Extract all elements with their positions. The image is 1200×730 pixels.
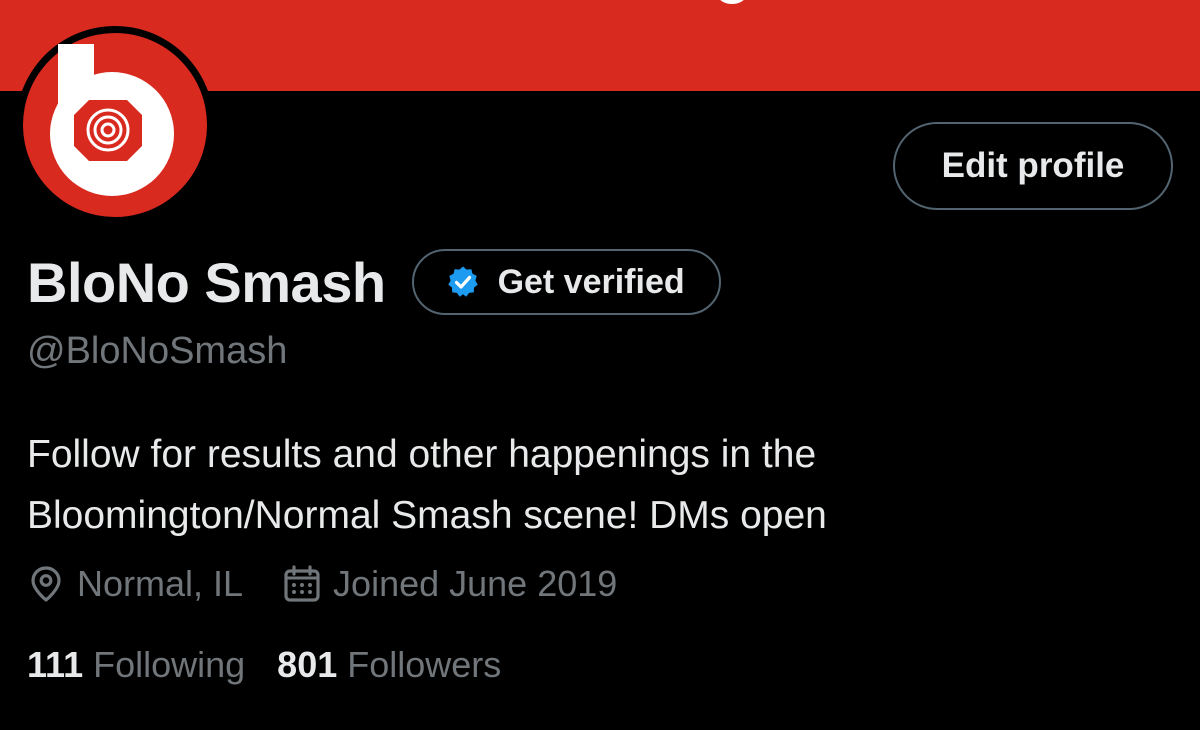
get-verified-label: Get verified bbox=[497, 262, 685, 301]
get-verified-button[interactable]: Get verified bbox=[411, 249, 721, 315]
avatar[interactable] bbox=[16, 26, 214, 224]
bio-line: Follow for results and other happenings … bbox=[27, 433, 817, 476]
edit-profile-button[interactable]: Edit profile bbox=[893, 122, 1173, 210]
banner-graphic bbox=[718, 0, 746, 4]
follow-stats: 111 Following 801 Followers bbox=[27, 640, 533, 690]
joined-item: Joined June 2019 bbox=[283, 563, 617, 605]
edit-profile-label: Edit profile bbox=[941, 146, 1125, 185]
user-handle: @BloNoSmash bbox=[27, 330, 288, 372]
calendar-icon bbox=[284, 565, 320, 602]
location-pin-icon bbox=[31, 566, 61, 602]
followers-link[interactable]: 801 Followers bbox=[277, 644, 501, 686]
following-link[interactable]: 111 Following bbox=[27, 644, 245, 686]
profile-page: Edit profile BloNo Smash Get verified @B… bbox=[0, 0, 1200, 730]
joined-date-text: Joined June 2019 bbox=[333, 563, 618, 604]
followers-count: 801 bbox=[277, 644, 338, 685]
name-row: BloNo Smash Get verified bbox=[27, 244, 721, 320]
bio-line: Bloomington/Normal Smash scene! DMs open bbox=[27, 494, 827, 537]
verified-badge-icon bbox=[447, 266, 478, 297]
following-label: Following bbox=[93, 644, 246, 685]
following-count: 111 bbox=[27, 644, 84, 685]
location-item: Normal, IL bbox=[27, 563, 243, 605]
display-name: BloNo Smash bbox=[27, 250, 386, 314]
location-text: Normal, IL bbox=[77, 563, 244, 604]
profile-bio: Follow for results and other happenings … bbox=[27, 424, 1167, 546]
followers-label: Followers bbox=[347, 644, 502, 685]
smash-logo-avatar-icon bbox=[23, 33, 207, 217]
profile-meta: Normal, IL Joined June 2019 bbox=[27, 559, 657, 609]
